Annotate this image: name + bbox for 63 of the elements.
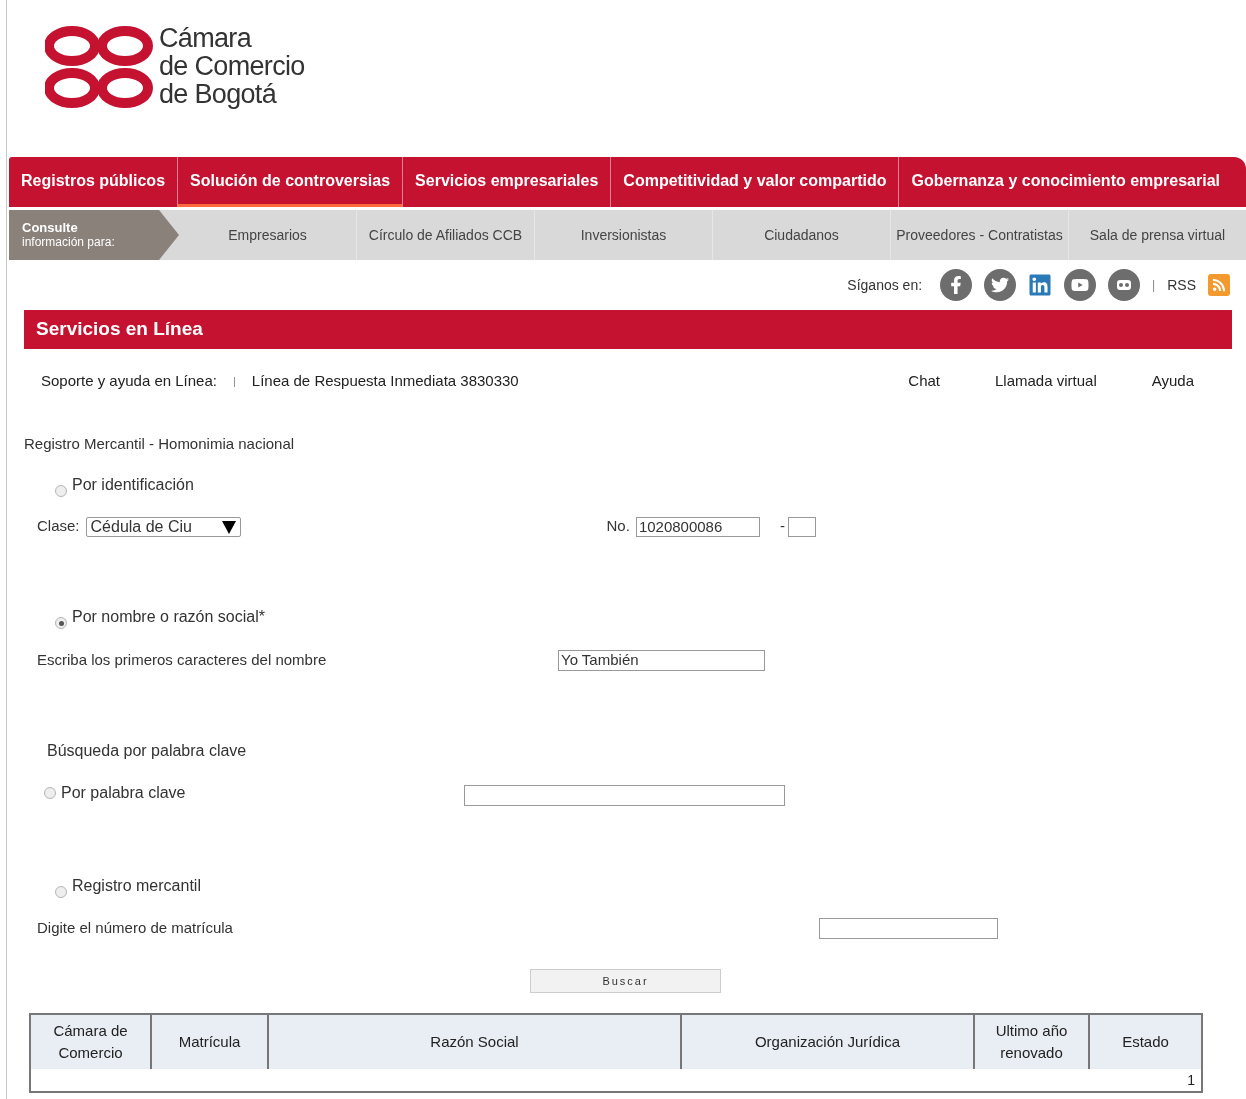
page-number[interactable]: 1 — [1187, 1069, 1195, 1091]
separator: | — [1152, 277, 1156, 294]
section-title: Servicios en Línea — [36, 317, 203, 342]
rss-icon[interactable] — [1208, 274, 1230, 296]
number-field[interactable]: 1020800086 — [635, 517, 760, 537]
rss-link[interactable]: RSS — [1167, 274, 1196, 296]
main-nav-tab[interactable]: Registros públicos — [9, 157, 178, 207]
column-header: Organización Jurídica — [680, 1015, 973, 1069]
column-header: Matrícula — [150, 1015, 267, 1069]
column-header: Cámara de Comercio — [52, 1021, 129, 1063]
facebook-icon[interactable] — [940, 269, 973, 301]
check-digit-field[interactable] — [787, 517, 816, 537]
logo-text: Cámara — [159, 24, 253, 52]
radio-button[interactable] — [55, 485, 67, 497]
column-header: Ultimo año renovado — [973, 1015, 1088, 1069]
support-line: Línea de Respuesta Inmediata 3830330 — [251, 370, 519, 391]
logo-text: de Bogotá — [159, 80, 278, 108]
radio-label: Por palabra clave — [61, 783, 186, 803]
class-label: Clase: — [37, 515, 80, 536]
keyword-heading: Búsqueda por palabra clave — [47, 741, 247, 761]
separator: | — [232, 373, 236, 389]
radio-button[interactable] — [44, 787, 56, 799]
registry-number-field[interactable] — [819, 918, 998, 939]
name-field[interactable]: Yo También — [558, 650, 765, 671]
registry-prompt: Digite el número de matrícula — [37, 917, 234, 938]
twitter-icon[interactable] — [984, 269, 1017, 301]
keyword-field[interactable] — [464, 785, 785, 806]
column-header: Razón Social — [267, 1015, 680, 1069]
radio-label: Registro mercantil — [72, 876, 201, 896]
radio-label: Por nombre o razón social* — [72, 607, 265, 627]
linkedin-icon[interactable] — [1028, 273, 1053, 297]
radio-button[interactable] — [55, 886, 67, 898]
audience-link[interactable]: Círculo de Afiliados CCB — [356, 210, 534, 260]
consult-subtitle: información para: — [22, 235, 116, 250]
class-select[interactable]: Cédula de Ciu — [85, 517, 241, 537]
support-link[interactable]: Llamada virtual — [995, 369, 1097, 393]
dash-label: - — [779, 515, 785, 536]
name-prompt: Escriba los primeros caracteres del nombre — [37, 649, 328, 670]
number-label: No. — [606, 515, 630, 536]
search-button[interactable]: Buscar — [530, 969, 721, 993]
main-nav-tab[interactable]: Servicios empresariales — [403, 157, 611, 207]
youtube-icon[interactable] — [1064, 269, 1097, 301]
follow-label: Síganos en: — [847, 275, 923, 295]
main-nav-tab[interactable]: Competitividad y valor compartido — [611, 157, 899, 207]
main-nav-tab[interactable]: Solución de controversias — [178, 157, 403, 207]
logo-text: de Comercio — [159, 52, 305, 80]
audience-link[interactable]: Ciudadanos — [712, 210, 890, 260]
caret-icon — [221, 520, 236, 534]
audience-link[interactable]: Proveedores - Contratistas — [890, 210, 1068, 260]
form-title: Registro Mercantil - Homonimia nacional — [24, 433, 295, 454]
support-link[interactable]: Chat — [908, 369, 940, 393]
support-link[interactable]: Ayuda — [1151, 369, 1194, 393]
column-header: Estado — [1088, 1015, 1201, 1069]
main-nav-tab[interactable]: Gobernanza y conocimiento empresarial — [899, 157, 1233, 207]
audience-link[interactable]: Empresarios — [179, 210, 356, 260]
consult-title: Consulte — [22, 220, 79, 235]
logo-icon — [45, 26, 153, 108]
audience-link[interactable]: Sala de prensa virtual — [1068, 210, 1246, 260]
radio-button[interactable] — [55, 617, 67, 629]
support-label: Soporte y ayuda en Línea: — [41, 370, 217, 391]
audience-link[interactable]: Inversionistas — [534, 210, 712, 260]
radio-label: Por identificación — [72, 475, 194, 495]
flickr-icon[interactable] — [1108, 269, 1141, 301]
